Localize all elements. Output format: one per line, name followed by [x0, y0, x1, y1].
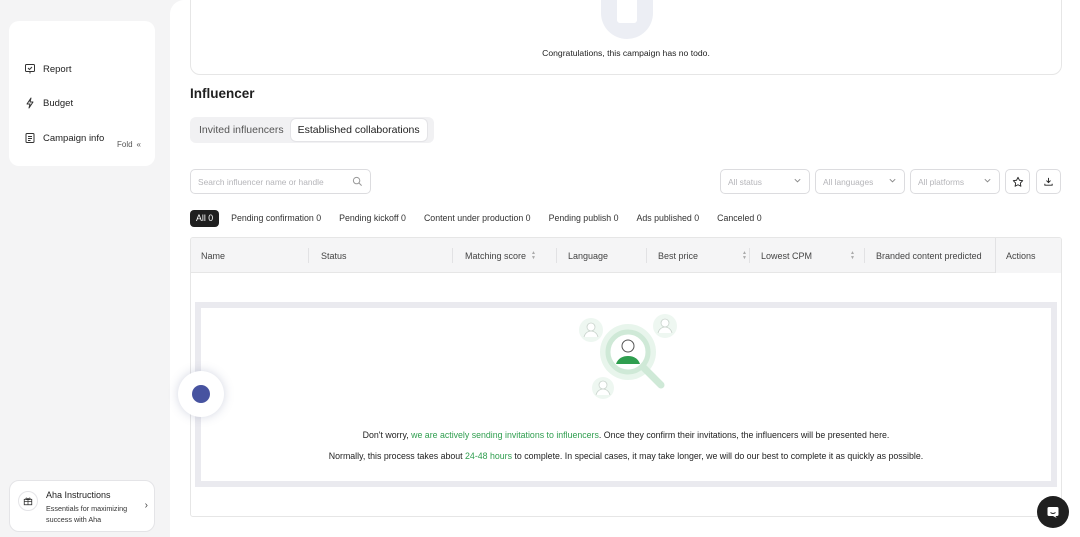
todo-panel: Congratulations, this campaign has no to…	[190, 0, 1062, 75]
column-header-lowest-cpm[interactable]: Lowest CPM ▲ ▼	[761, 238, 855, 273]
sidebar-item-campaign-info[interactable]: Campaign info	[24, 128, 104, 148]
platforms-select[interactable]: All platforms	[910, 169, 1000, 194]
platforms-select-value: All platforms	[918, 176, 965, 187]
document-icon	[25, 133, 35, 143]
chat-support-button[interactable]	[1037, 496, 1069, 528]
status-filters: All 0 Pending confirmation 0 Pending kic…	[190, 209, 774, 227]
column-header-status: Status	[321, 250, 347, 261]
sort-icon: ▲ ▼	[531, 249, 536, 261]
filter-pending-publish[interactable]: Pending publish 0	[543, 210, 625, 227]
empty-todo-illustration	[601, 0, 653, 39]
empty-message-line-2: Normally, this process takes about 24-48…	[328, 451, 924, 461]
search-input[interactable]: Search influencer name or handle	[190, 169, 371, 194]
chevron-down-icon	[793, 176, 802, 187]
filter-ads-published[interactable]: Ads published 0	[631, 210, 706, 227]
bolt-icon	[26, 97, 34, 109]
assistant-floating-button[interactable]	[178, 371, 224, 417]
chat-icon	[1047, 507, 1059, 518]
aha-subtitle: Essentials for maximizing success with A…	[46, 504, 128, 524]
fold-label: Fold	[116, 140, 133, 149]
column-header-branded-content-predicted: Branded content predicted	[876, 250, 982, 261]
empty-state: Don't worry, we are actively sending inv…	[195, 302, 1057, 487]
influencer-table: Name Status Matching score ▲ ▼ Language Be…	[190, 237, 1062, 517]
favorite-button[interactable]	[1005, 169, 1030, 194]
aha-instructions-card[interactable]: Aha Instructions Essentials for maximizi…	[9, 480, 155, 532]
section-title: Influencer	[190, 86, 255, 101]
sidebar-item-label: Report	[43, 63, 72, 75]
sidebar-item-budget[interactable]: Budget	[24, 93, 73, 113]
filter-pending-kickoff[interactable]: Pending kickoff 0	[333, 210, 412, 227]
column-header-name: Name	[201, 250, 226, 261]
influencer-tabs: Invited influencers Established collabor…	[190, 117, 434, 143]
star-icon	[1012, 176, 1023, 187]
sidebar-nav: Report Budget Campaign info Fold «	[9, 21, 155, 166]
chevron-down-icon	[888, 176, 897, 187]
languages-select-value: All languages	[823, 176, 874, 187]
filter-canceled[interactable]: Canceled 0	[711, 210, 768, 227]
chevron-right-icon: ›	[144, 500, 148, 511]
sort-icon: ▲ ▼	[742, 249, 747, 261]
column-header-best-price[interactable]: Best price ▲ ▼	[658, 238, 747, 273]
languages-select[interactable]: All languages	[815, 169, 905, 194]
chevron-down-icon	[983, 176, 992, 187]
table-header: Name Status Matching score ▲ ▼ Language Be…	[191, 238, 1061, 273]
status-select[interactable]: All status	[720, 169, 810, 194]
filter-all[interactable]: All 0	[190, 209, 220, 227]
gift-icon	[18, 491, 38, 511]
search-icon	[352, 176, 362, 186]
column-header-language: Language	[568, 250, 609, 261]
download-button[interactable]	[1036, 169, 1061, 194]
sort-icon: ▲ ▼	[850, 249, 855, 261]
searching-influencers-illustration	[579, 314, 677, 399]
double-chevron-left-icon: «	[136, 140, 141, 149]
report-icon	[25, 64, 35, 74]
todo-empty-message: Congratulations, this campaign has no to…	[542, 48, 710, 58]
main-panel: Congratulations, this campaign has no to…	[170, 0, 1080, 537]
column-header-matching-score[interactable]: Matching score ▲ ▼	[465, 238, 536, 273]
column-header-actions: Actions	[995, 238, 1061, 273]
filter-pending-confirmation[interactable]: Pending confirmation 0	[225, 210, 327, 227]
search-placeholder: Search influencer name or handle	[198, 176, 324, 187]
tab-invited-influencers[interactable]: Invited influencers	[192, 119, 291, 141]
tab-established-collaborations[interactable]: Established collaborations	[290, 119, 427, 141]
sidebar-item-label: Budget	[43, 97, 74, 109]
fold-button[interactable]: Fold «	[117, 140, 141, 149]
status-select-value: All status	[728, 176, 762, 187]
sidebar-item-label: Campaign info	[43, 132, 105, 144]
aha-title: Aha Instructions	[46, 490, 111, 500]
filter-content-under-production[interactable]: Content under production 0	[418, 210, 537, 227]
download-icon	[1044, 177, 1053, 186]
empty-message-line-1: Don't worry, we are actively sending inv…	[362, 430, 890, 440]
sidebar-item-report[interactable]: Report	[24, 59, 72, 79]
